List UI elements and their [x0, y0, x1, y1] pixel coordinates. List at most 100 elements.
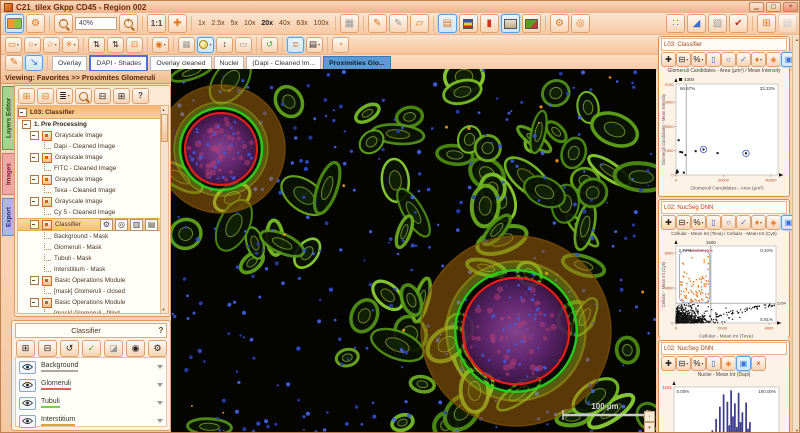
range-slider-icon[interactable]: ⊟▾	[676, 356, 691, 371]
chevron-down-icon[interactable]	[157, 383, 163, 387]
expander-icon[interactable]	[30, 298, 39, 307]
viewer-layout-button[interactable]	[5, 14, 24, 33]
polygon-gate-icon[interactable]: ✓	[736, 215, 751, 230]
roi-number-button[interactable]: ⊡	[126, 37, 143, 53]
visibility-toggle[interactable]	[19, 397, 36, 410]
settings-gear-button[interactable]: ⚙	[26, 14, 45, 33]
tree-item-4[interactable]: Grayscale Image	[18, 152, 160, 163]
polygon-gate-icon[interactable]: ✓	[736, 52, 751, 67]
image-viewport[interactable]: 100 µm ‹ ▾	[171, 69, 656, 433]
goto-tool-button[interactable]: ↘	[25, 55, 43, 71]
delete-icon[interactable]: ▥	[130, 219, 143, 231]
apply-gate-icon[interactable]: ◈	[766, 215, 781, 230]
range-slider-icon[interactable]: ⊟▾	[676, 52, 691, 67]
expand-all-button[interactable]: ⊞	[113, 88, 130, 104]
chart-plot[interactable]: 02000400004000800015002264Leukocytes2.74…	[660, 236, 788, 340]
grid-button[interactable]: ▦	[178, 37, 195, 53]
scatter-chart-button[interactable]: ∷	[666, 14, 685, 33]
roi-freehand-button[interactable]: ✳▾	[62, 37, 79, 53]
tree-root-item[interactable]: L03: Classifier	[18, 106, 160, 119]
brush-tool-button[interactable]: ✎	[5, 55, 23, 71]
scroll-down-icon[interactable]: ▼	[793, 427, 800, 433]
color-legend-button[interactable]	[459, 14, 478, 33]
close-panel-icon[interactable]: ×	[751, 356, 766, 371]
tree-item-9[interactable]: Cy 5 - Cleaned Image	[18, 207, 160, 218]
remove-example-button[interactable]: ⊟	[38, 340, 57, 357]
undo-button[interactable]: ↺	[261, 37, 278, 53]
viewport-scroll-down-icon[interactable]: ▾	[644, 422, 655, 433]
tree-item-1[interactable]: 1. Pre Processing	[18, 119, 160, 130]
expander-icon[interactable]	[30, 175, 39, 184]
split-view-button[interactable]: ▤	[438, 14, 457, 33]
transform-button-dropdown[interactable]: ▾	[164, 43, 166, 47]
pin-panel-icon[interactable]: ✚	[661, 52, 676, 67]
frame-button[interactable]: ▱	[410, 14, 429, 33]
expander-icon[interactable]	[22, 120, 31, 129]
roi-star-button-dropdown[interactable]: ▾	[55, 43, 57, 47]
tree-item-6[interactable]: Grayscale Image	[18, 174, 160, 185]
tree-item-17[interactable]: Basic Operations Module	[18, 297, 160, 308]
tree-item-14[interactable]: Interstitium - Mask	[18, 264, 160, 275]
zoom-out-button[interactable]: −	[54, 14, 73, 33]
rect-gate-icon[interactable]: ▯	[706, 52, 721, 67]
ellipse-gate-icon[interactable]: ○	[721, 52, 736, 67]
tree-help-button[interactable]: ?	[132, 88, 149, 104]
draw-example-button[interactable]: ↺	[60, 340, 79, 357]
percent-menu-icon[interactable]: %▾	[691, 215, 706, 230]
roi-rect-button[interactable]: ▭▾	[5, 37, 22, 53]
expander-icon[interactable]	[30, 153, 39, 162]
stats-view-icon[interactable]: ▣	[736, 356, 751, 371]
expander-icon[interactable]	[30, 220, 39, 229]
tree-item-12[interactable]: Glomeruli - Mask	[18, 242, 160, 253]
transform-button[interactable]: ◉▾	[152, 37, 169, 53]
right-scrollbar[interactable]: ▲ ▼	[792, 36, 800, 433]
view-tab-2[interactable]: DAPI - Shades	[89, 55, 148, 72]
zoom-level-2-5x[interactable]: 2.5x	[208, 20, 227, 27]
visibility-toggle[interactable]	[19, 415, 36, 428]
roi-freehand-button-dropdown[interactable]: ▾	[74, 43, 76, 47]
minimize-button[interactable]: ▁	[749, 2, 764, 12]
microscopy-image[interactable]: 100 µm	[171, 69, 656, 433]
tree-item-13[interactable]: Tubuli - Mask	[18, 253, 160, 264]
table-button[interactable]: ⊞	[757, 14, 776, 33]
view-tab-1[interactable]: Overlay	[52, 56, 87, 71]
rect-gate-icon[interactable]: ▯	[706, 215, 721, 230]
ellipse-gate-icon[interactable]: ○	[721, 215, 736, 230]
copy-layer-button[interactable]: ⊟	[37, 88, 54, 104]
percent-menu-icon-dropdown[interactable]: ▾	[702, 58, 704, 62]
image-view-button[interactable]	[501, 14, 520, 33]
zoom-level-20x[interactable]: 20x	[258, 20, 276, 27]
confirm-button[interactable]: ✓	[82, 340, 101, 357]
annotate-grid-button[interactable]: ✎	[389, 14, 408, 33]
actual-size-button[interactable]: 1:1	[147, 14, 166, 33]
lightbulb-button[interactable]: ▾	[197, 37, 214, 53]
maximize-button[interactable]: ▢	[766, 2, 781, 12]
collapse-all-button[interactable]: ⊟	[94, 88, 111, 104]
expander-icon[interactable]	[30, 197, 39, 206]
tree-item-16[interactable]: [mask] Glomeruli - closed	[18, 286, 160, 297]
add-example-button[interactable]: ⊞	[16, 340, 35, 357]
classifier-settings-button[interactable]: ⚙	[148, 340, 167, 357]
tree-item-7[interactable]: Texa - Cleaned Image	[18, 185, 160, 196]
percent-menu-icon-dropdown[interactable]: ▾	[702, 221, 704, 225]
chevron-down-icon[interactable]	[157, 401, 163, 405]
close-button[interactable]: ×	[783, 2, 798, 12]
tree-item-11[interactable]: Background - Mask	[18, 231, 160, 242]
zoom-in-button[interactable]: +	[119, 14, 138, 33]
tree-item-18[interactable]: [mask] Glomeruli - filled	[18, 308, 160, 314]
percent-menu-icon[interactable]: %▾	[691, 356, 706, 371]
range-slider-icon-dropdown[interactable]: ▾	[686, 362, 688, 366]
expander-icon[interactable]	[30, 131, 39, 140]
percent-menu-icon-dropdown[interactable]: ▾	[702, 362, 704, 366]
class-gate-icon-dropdown[interactable]: ▾	[760, 58, 762, 62]
range-slider-icon-dropdown[interactable]: ▾	[686, 221, 688, 225]
pin-panel-icon[interactable]: ✚	[661, 215, 676, 230]
range-slider-icon[interactable]: ⊟▾	[676, 215, 691, 230]
settings-gear-icon[interactable]: ⚙	[100, 219, 113, 231]
roi-star-button[interactable]: ☆▾	[43, 37, 60, 53]
tree-item-3[interactable]: Dapi - Cleaned Image	[18, 141, 160, 152]
rect-gate-icon[interactable]: ▯	[706, 356, 721, 371]
fit-vertical-button[interactable]: ↕	[216, 37, 233, 53]
scroll-thumb[interactable]	[161, 114, 168, 142]
roi-rect-button-dropdown[interactable]: ▾	[17, 43, 19, 47]
